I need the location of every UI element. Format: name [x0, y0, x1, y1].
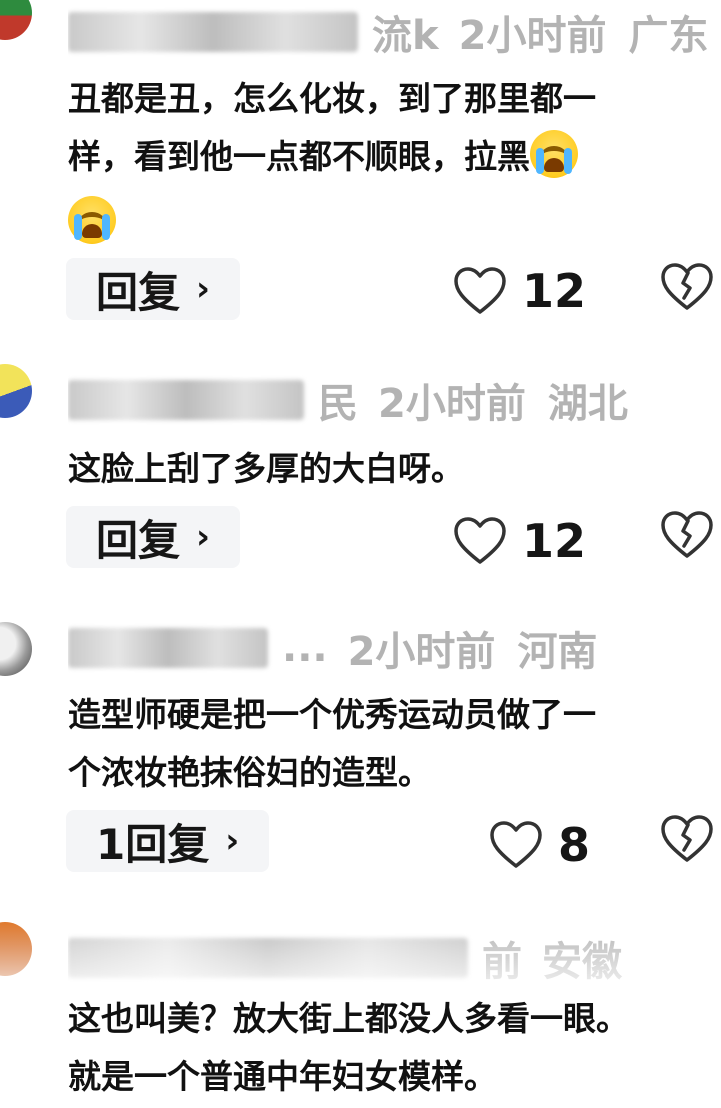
comment-text-line: 样，看到他一点都不顺眼，拉黑: [68, 137, 530, 176]
comment-emoji-line: [68, 186, 713, 252]
comment-text-line: 这脸上刮了多厚的大白呀。: [68, 449, 464, 488]
broken-heart-icon: [661, 263, 713, 310]
comment-meta: 民 2小时前 湖北: [68, 372, 711, 428]
username-suffix[interactable]: ...: [282, 625, 328, 671]
chevron-right-icon: ›: [196, 517, 211, 557]
comment-time: 2小时前: [347, 629, 496, 675]
like-count: 12: [522, 264, 587, 318]
crying-emoji-icon: [68, 196, 116, 244]
broken-heart-icon: [661, 815, 713, 862]
dislike-button[interactable]: [659, 814, 715, 868]
like-button[interactable]: 12: [452, 514, 586, 568]
comment-meta: 前 安徽: [68, 930, 711, 986]
reply-label: 回复: [96, 267, 181, 317]
like-button[interactable]: 8: [488, 818, 590, 872]
comment-time: 2小时前: [378, 381, 526, 427]
comment-text-line: 丑都是丑，怎么化妆，到了那里都一: [68, 79, 596, 118]
username-suffix[interactable]: 民: [318, 372, 358, 428]
like-count: 8: [558, 818, 591, 872]
username-blurred[interactable]: [68, 628, 268, 668]
heart-outline-icon: [490, 821, 542, 868]
comment-text-line-with-emoji: 样，看到他一点都不顺眼，拉黑: [68, 128, 713, 186]
username-suffix[interactable]: 前: [482, 930, 522, 986]
like-button[interactable]: 12: [452, 264, 586, 318]
reply-button[interactable]: 1回复 ›: [66, 810, 270, 872]
comment-text-line: 这也叫美？放大街上都没人多看一眼。: [68, 999, 629, 1038]
like-count: 12: [522, 514, 587, 568]
dislike-button[interactable]: [659, 262, 715, 316]
comment-text-line: 造型师硬是把一个优秀运动员做了一: [68, 695, 596, 734]
comment-meta: ... 2小时前 河南: [68, 620, 711, 676]
comment-text: 丑都是丑，怎么化妆，到了那里都一 样，看到他一点都不顺眼，拉黑: [68, 70, 713, 252]
user-avatar[interactable]: [0, 364, 32, 418]
heart-outline-icon: [454, 267, 506, 314]
username-suffix[interactable]: 流k: [372, 4, 439, 60]
username-blurred[interactable]: [68, 938, 468, 978]
reply-button[interactable]: 回复 ›: [66, 258, 241, 320]
reply-label: 回复: [96, 515, 181, 565]
comment-text-line: 个浓妆艳抹俗妇的造型。: [68, 753, 431, 792]
user-avatar[interactable]: [0, 0, 32, 40]
reply-label: 1回复: [96, 819, 210, 869]
comment-text: 这脸上刮了多厚的大白呀。: [68, 440, 713, 498]
broken-heart-icon: [661, 511, 713, 558]
comment-region: 安徽: [542, 939, 622, 985]
comment-text-line: 就是一个普通中年妇女模样。: [68, 1057, 497, 1096]
username-blurred[interactable]: [68, 12, 358, 52]
chevron-right-icon: ›: [225, 821, 240, 861]
crying-emoji-icon: [530, 130, 578, 178]
comment-text: 这也叫美？放大街上都没人多看一眼。 就是一个普通中年妇女模样。: [68, 990, 721, 1106]
heart-outline-icon: [454, 517, 506, 564]
user-avatar[interactable]: [0, 922, 32, 976]
comment-text: 造型师硬是把一个优秀运动员做了一 个浓妆艳抹俗妇的造型。: [68, 686, 713, 802]
comment-region: 河南: [517, 629, 598, 675]
username-blurred[interactable]: [68, 380, 304, 420]
chevron-right-icon: ›: [196, 269, 211, 309]
reply-button[interactable]: 回复 ›: [66, 506, 241, 568]
user-avatar[interactable]: [0, 622, 32, 676]
dislike-button[interactable]: [659, 510, 715, 564]
comment-meta: 流k 2小时前 广东: [68, 4, 711, 60]
comment-time: 2小时前: [458, 13, 607, 59]
comment-region: 广东: [628, 13, 709, 59]
comment-region: 湖北: [547, 381, 628, 427]
